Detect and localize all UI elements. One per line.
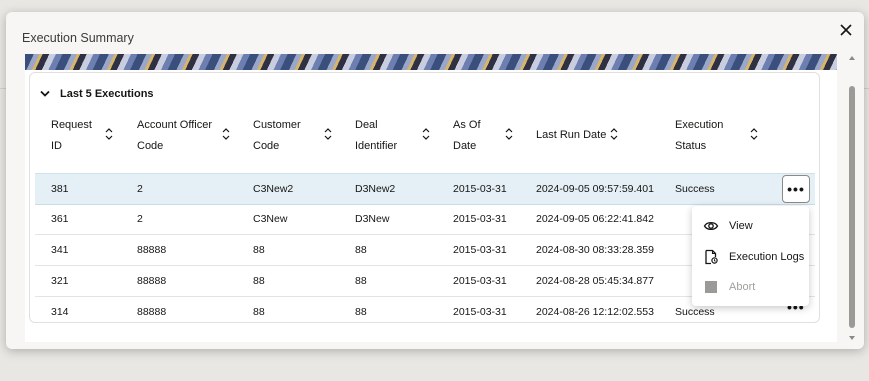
- column-header-as-of-date[interactable]: As Of Date: [453, 113, 528, 157]
- cell-last-run-date: 2024-08-30 08:33:28.359: [536, 244, 654, 256]
- column-label: Status: [675, 139, 707, 152]
- sort-icon[interactable]: [105, 128, 113, 140]
- cell-account-officer-code: 2: [137, 183, 143, 195]
- column-header-request-id[interactable]: Request ID: [51, 113, 121, 157]
- menu-item-execution-logs[interactable]: Execution Logs: [692, 242, 809, 272]
- column-label: Identifier: [355, 139, 398, 152]
- cell-request-id: 381: [51, 183, 69, 195]
- column-label: Code: [253, 139, 280, 152]
- cell-as-of-date: 2015-03-31: [453, 183, 507, 195]
- table-row[interactable]: 381 2 C3New2 D3New2 2015-03-31 2024-09-0…: [35, 173, 815, 205]
- sort-icon[interactable]: [222, 128, 230, 140]
- menu-item-view[interactable]: View: [692, 211, 809, 241]
- cell-customer-code: C3New2: [253, 183, 294, 195]
- cell-customer-code: C3New: [253, 213, 288, 225]
- sort-icon[interactable]: [324, 128, 332, 140]
- column-label: Date: [453, 139, 477, 152]
- scroll-down-icon[interactable]: [849, 336, 855, 340]
- cell-deal-identifier: 88: [355, 306, 367, 318]
- close-button[interactable]: [838, 22, 854, 38]
- cell-request-id: 314: [51, 306, 69, 318]
- column-header-account-officer-code[interactable]: Account Officer Code: [137, 113, 237, 157]
- eye-icon: [703, 221, 719, 231]
- column-header-deal-identifier[interactable]: Deal Identifier: [355, 113, 445, 157]
- chevron-down-icon: [40, 90, 50, 97]
- more-horizontal-icon: •••: [787, 181, 805, 197]
- row-actions-menu: View Execution Logs Abort: [692, 206, 809, 306]
- cell-request-id: 341: [51, 244, 69, 256]
- abort-square-icon: [705, 281, 717, 293]
- column-label: Account Officer: [137, 119, 212, 131]
- cell-last-run-date: 2024-09-05 06:22:41.842: [536, 213, 654, 225]
- cell-as-of-date: 2015-03-31: [453, 275, 507, 287]
- cell-last-run-date: 2024-08-28 05:45:34.877: [536, 275, 654, 287]
- cell-customer-code: 88: [253, 275, 265, 287]
- cell-customer-code: 88: [253, 244, 265, 256]
- sort-icon[interactable]: [505, 128, 513, 140]
- cell-request-id: 361: [51, 213, 69, 225]
- cell-account-officer-code: 88888: [137, 306, 167, 318]
- cell-deal-identifier: 88: [355, 244, 367, 256]
- cell-account-officer-code: 88888: [137, 244, 167, 256]
- column-label: Execution: [675, 119, 724, 131]
- cell-request-id: 321: [51, 275, 69, 287]
- cell-as-of-date: 2015-03-31: [453, 244, 507, 256]
- cell-deal-identifier: D3New2: [355, 183, 396, 195]
- cell-execution-status: Success: [675, 183, 715, 195]
- sort-icon[interactable]: [610, 128, 618, 140]
- cell-last-run-date: 2024-09-05 09:57:59.401: [536, 183, 654, 195]
- menu-item-label: Abort: [729, 281, 756, 293]
- log-document-icon: [705, 249, 718, 265]
- column-label: ID: [51, 139, 62, 152]
- cell-customer-code: 88: [253, 306, 265, 318]
- decorative-banner: [25, 54, 837, 70]
- cell-account-officer-code: 2: [137, 213, 143, 225]
- cell-deal-identifier: D3New: [355, 213, 390, 225]
- section-toggle[interactable]: Last 5 Executions: [40, 85, 154, 103]
- more-actions-button[interactable]: •••: [782, 175, 810, 203]
- scrollbar-thumb[interactable]: [849, 86, 855, 328]
- sort-icon[interactable]: [422, 128, 430, 140]
- cell-as-of-date: 2015-03-31: [453, 306, 507, 318]
- section-title: Last 5 Executions: [60, 88, 154, 100]
- column-header-last-run-date[interactable]: Last Run Date: [536, 113, 646, 157]
- cell-as-of-date: 2015-03-31: [453, 213, 507, 225]
- column-label: Code: [137, 139, 164, 152]
- close-icon: [840, 24, 852, 36]
- column-label: As Of: [453, 119, 481, 131]
- column-label: Last Run Date: [536, 129, 607, 141]
- vertical-scrollbar[interactable]: [848, 54, 856, 342]
- column-label: Deal: [355, 119, 378, 131]
- column-label: Request: [51, 119, 92, 131]
- cell-deal-identifier: 88: [355, 275, 367, 287]
- column-label: Customer: [253, 119, 301, 131]
- menu-item-label: View: [729, 220, 753, 232]
- scroll-up-icon[interactable]: [849, 56, 855, 60]
- cell-account-officer-code: 88888: [137, 275, 167, 287]
- dialog-title: Execution Summary: [22, 31, 134, 45]
- menu-item-abort[interactable]: Abort: [692, 272, 809, 302]
- column-header-execution-status[interactable]: Execution Status: [675, 113, 770, 157]
- sort-icon[interactable]: [750, 128, 758, 140]
- column-header-customer-code[interactable]: Customer Code: [253, 113, 343, 157]
- menu-item-label: Execution Logs: [729, 251, 805, 263]
- cell-last-run-date: 2024-08-26 12:12:02.553: [536, 306, 654, 318]
